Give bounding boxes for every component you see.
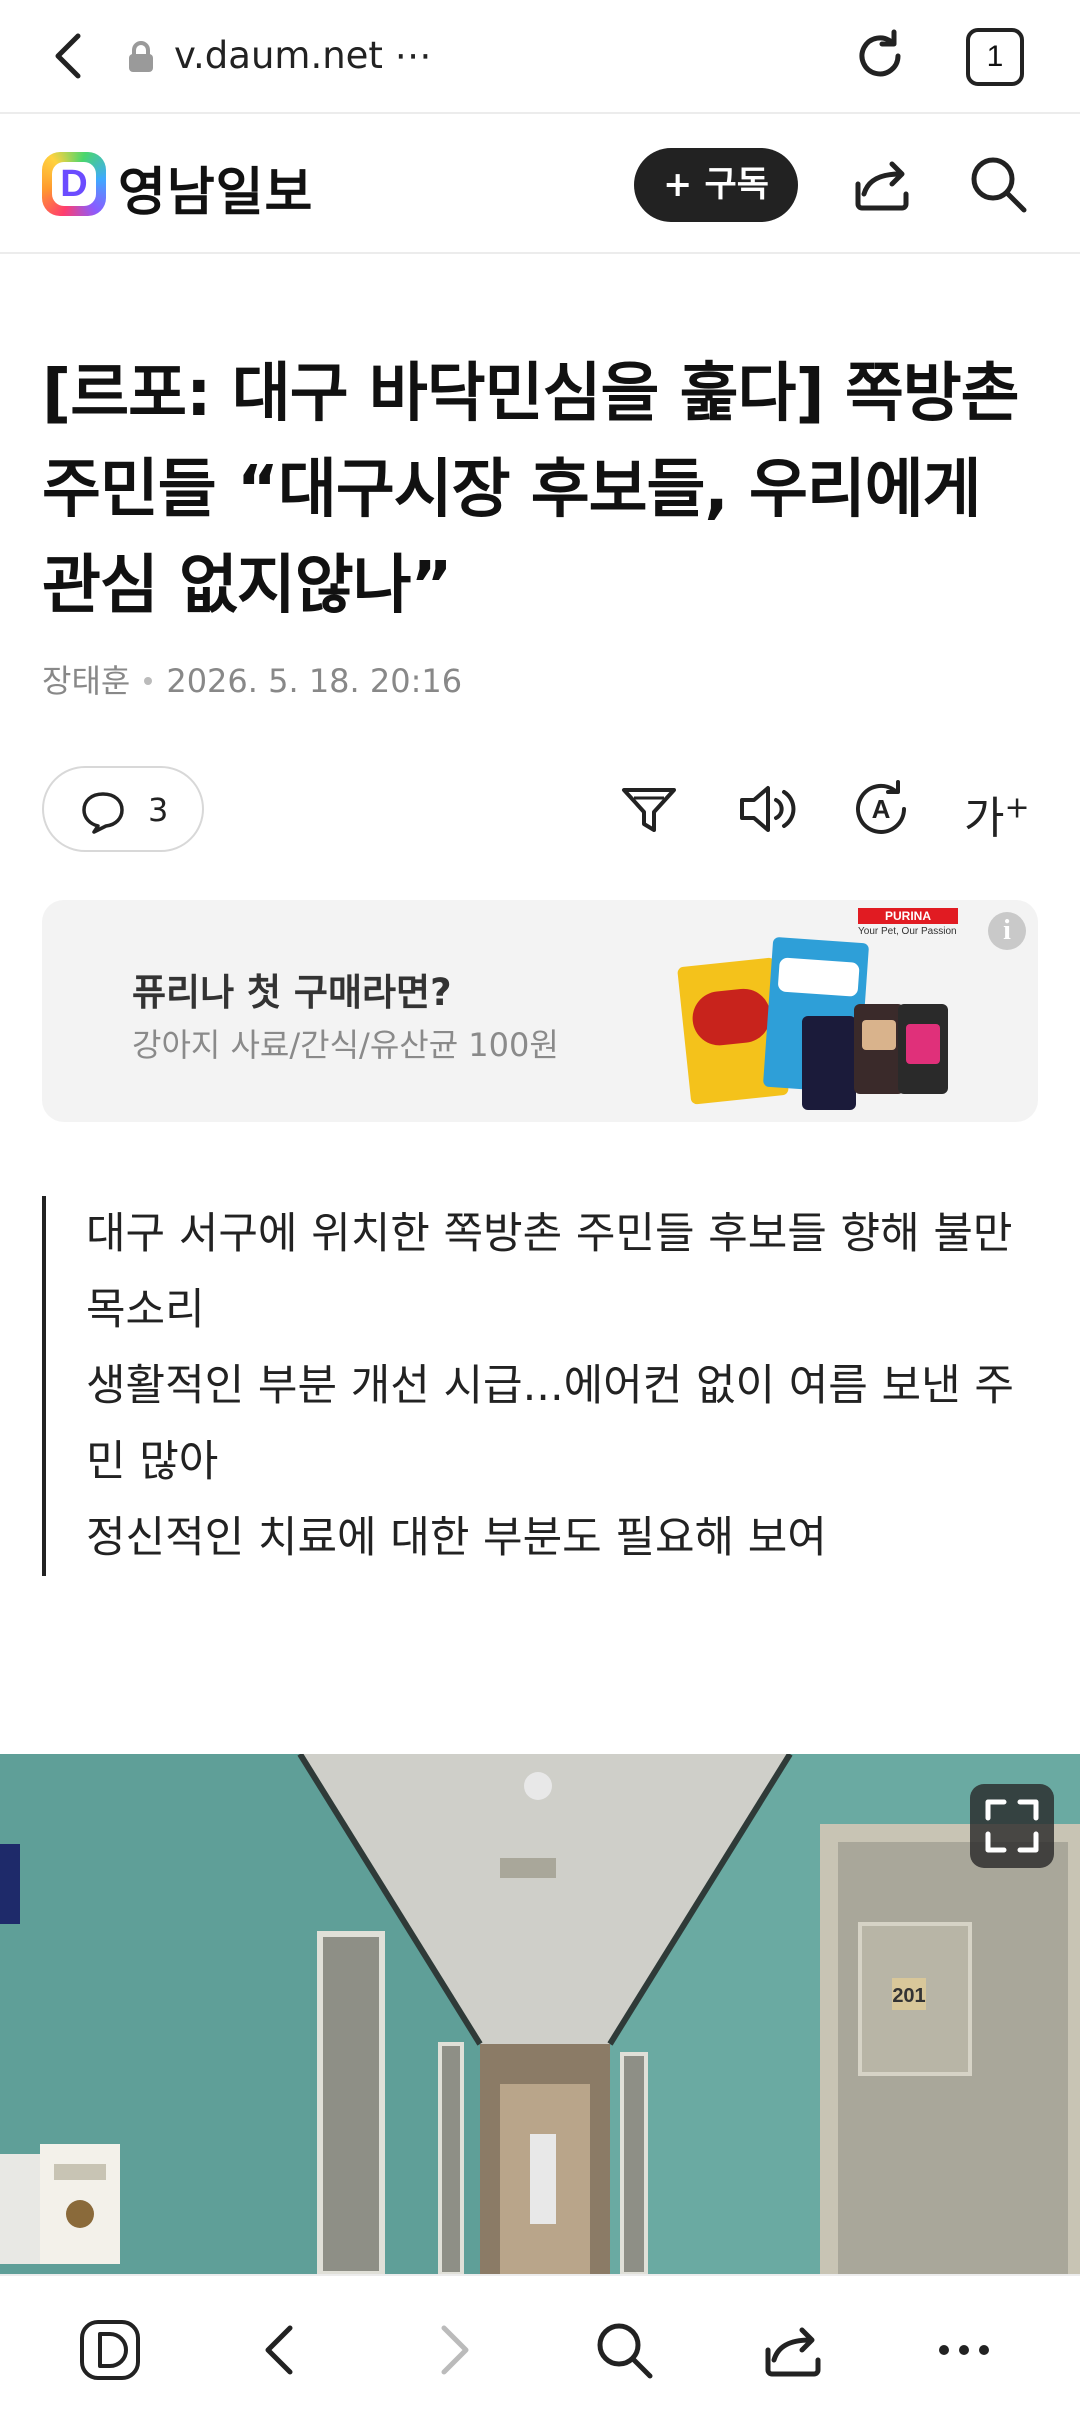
- ad-subtitle: 강아지 사료/간식/유산균 100원: [132, 1026, 559, 1064]
- comment-count: 3: [148, 791, 169, 829]
- ad-title: 퓨리나 첫 구매라면?: [132, 971, 452, 1014]
- comment-icon: [82, 792, 124, 834]
- font-size-label: 가: [964, 793, 1005, 844]
- expand-icon[interactable]: [970, 1784, 1054, 1868]
- purina-tagline: Your Pet, Our Passion: [858, 926, 957, 937]
- font-size-button[interactable]: 가+: [964, 782, 1030, 846]
- daum-home-icon[interactable]: [78, 2318, 142, 2382]
- site-name[interactable]: 영남일보: [118, 150, 313, 225]
- font-size-plus: +: [1004, 790, 1030, 826]
- product-food-bag: [854, 1004, 904, 1094]
- product-fortiflora: [802, 1016, 856, 1110]
- tab-count-button[interactable]: 1: [966, 28, 1024, 86]
- summary-line: 생활적인 부분 개선 시급...에어컨 없이 여름 보낸 주민 많아: [86, 1361, 1014, 1487]
- ad-info-icon[interactable]: i: [988, 912, 1026, 950]
- summary-line: 대구 서구에 위치한 쪽방촌 주민들 후보들 향해 불만 목소리: [86, 1209, 1013, 1335]
- logo-letter: D: [60, 163, 88, 205]
- svg-text:A: A: [872, 794, 891, 824]
- read-aloud-icon[interactable]: [734, 776, 800, 842]
- purina-ad[interactable]: 퓨리나 첫 구매라면? 강아지 사료/간식/유산균 100원 PURINA Yo…: [42, 900, 1038, 1122]
- article-photo[interactable]: 201: [0, 1754, 1080, 2274]
- more-icon[interactable]: [932, 2318, 996, 2382]
- summary-icon[interactable]: [616, 776, 682, 842]
- article-meta: 장태훈 2026. 5. 18. 20:16: [42, 656, 462, 702]
- lock-icon: [129, 41, 153, 72]
- chevron-left-icon[interactable]: [44, 30, 96, 82]
- purina-logo: PURINA: [858, 908, 958, 924]
- share-icon[interactable]: [852, 154, 914, 216]
- share-icon[interactable]: [762, 2318, 826, 2382]
- product-food-bag-pink: [898, 1004, 948, 1094]
- meta-separator: [144, 677, 153, 685]
- translate-icon[interactable]: A: [848, 776, 914, 842]
- back-icon[interactable]: [250, 2318, 314, 2382]
- site-header: D 영남일보 + 구독: [0, 116, 1080, 254]
- summary-line: 정신적인 치료에 대한 부분도 필요해 보여: [86, 1513, 827, 1563]
- corridor-photo: 201: [0, 1754, 1080, 2274]
- author-name[interactable]: 장태훈: [42, 662, 130, 700]
- browser-url-bar: v.daum.net ⋯ 1: [0, 0, 1080, 114]
- search-icon[interactable]: [592, 2318, 656, 2382]
- door-number: 201: [892, 1985, 925, 2007]
- reload-icon[interactable]: [850, 26, 910, 86]
- daum-logo[interactable]: D: [42, 152, 106, 216]
- search-icon[interactable]: [966, 152, 1030, 216]
- bottom-navigation: [0, 2274, 1080, 2420]
- forward-icon[interactable]: [420, 2318, 484, 2382]
- publish-datetime: 2026. 5. 18. 20:16: [166, 662, 463, 700]
- article-summary: 대구 서구에 위치한 쪽방촌 주민들 후보들 향해 불만 목소리 생활적인 부분…: [42, 1196, 1042, 1576]
- comment-button[interactable]: 3: [42, 766, 204, 852]
- subscribe-button[interactable]: + 구독: [634, 148, 798, 222]
- article-headline: [르포: 대구 바닥민심을 훑다] 쪽방촌 주민들 “대구시장 후보들, 우리에…: [42, 357, 1020, 623]
- url-text[interactable]: v.daum.net ⋯: [174, 30, 432, 82]
